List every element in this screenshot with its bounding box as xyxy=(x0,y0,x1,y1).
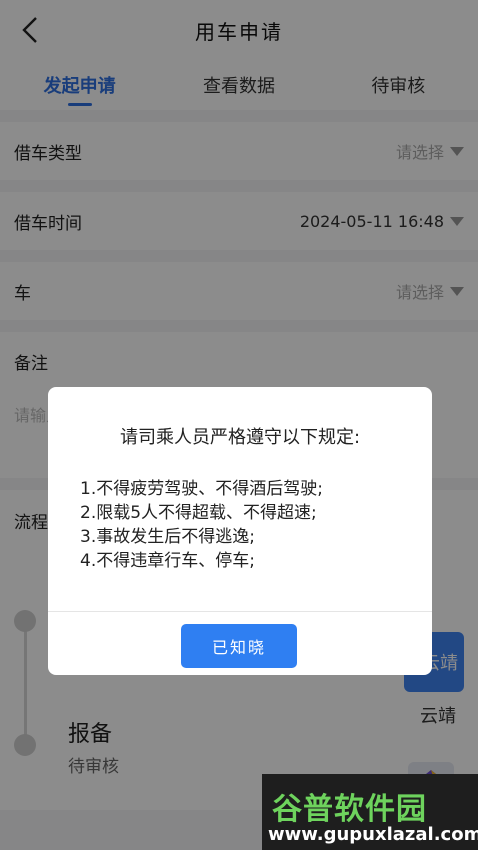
acknowledge-button[interactable]: 已知晓 xyxy=(181,624,297,668)
dialog-divider xyxy=(48,611,432,612)
watermark: 谷普软件园 www.gupuxlazal.com xyxy=(262,774,478,850)
dialog-title: 请司乘人员严格遵守以下规定: xyxy=(119,427,361,448)
rules-list: 1.不得疲劳驾驶、不得酒后驾驶; 2.限载5人不得超载、不得超速; 3.事故发生… xyxy=(80,477,410,573)
rule-item: 2.限载5人不得超载、不得超速; xyxy=(80,503,317,523)
rule-item: 3.事故发生后不得逃逸; xyxy=(80,527,255,547)
rule-item: 4.不得违章行车、停车; xyxy=(80,551,255,571)
watermark-logo: 谷普软件园 xyxy=(272,792,427,827)
watermark-url: www.gupuxlazal.com xyxy=(268,824,478,845)
rule-item: 1.不得疲劳驾驶、不得酒后驾驶; xyxy=(80,479,323,499)
rules-dialog: 请司乘人员严格遵守以下规定: 1.不得疲劳驾驶、不得酒后驾驶; 2.限载5人不得… xyxy=(48,387,432,675)
